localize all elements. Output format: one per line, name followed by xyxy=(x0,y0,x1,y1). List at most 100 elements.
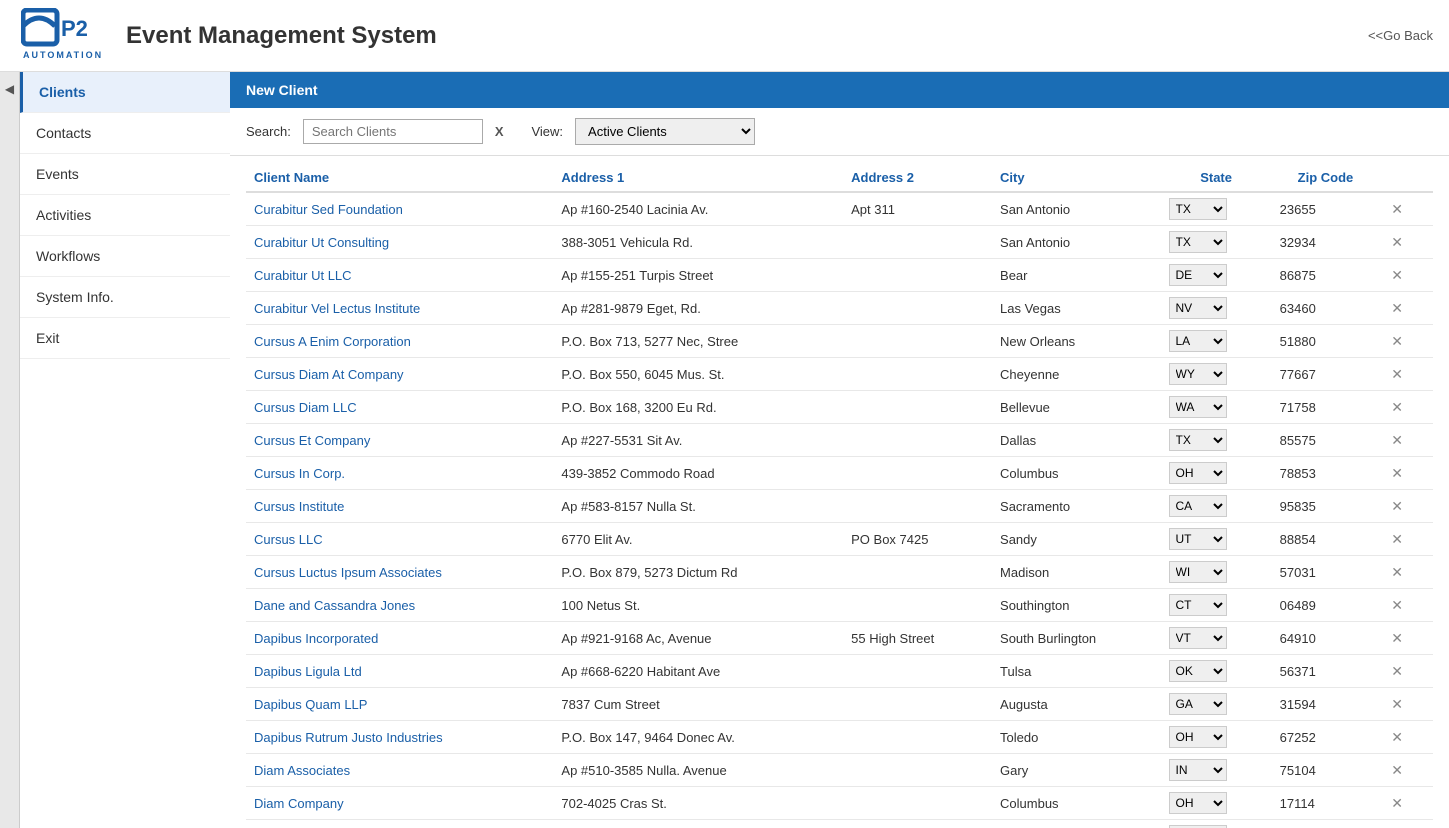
delete-button[interactable]: ✕ xyxy=(1387,694,1407,715)
delete-button[interactable]: ✕ xyxy=(1387,430,1407,451)
delete-button[interactable]: ✕ xyxy=(1387,298,1407,319)
sidebar: ClientsContactsEventsActivitiesWorkflows… xyxy=(20,72,230,828)
state-select[interactable]: ALAKAZARCACOCTDEFLGAHIIDILINIAKSKYLAMEMD… xyxy=(1169,660,1227,682)
state-select[interactable]: ALAKAZARCACOCTDEFLGAHIIDILINIAKSKYLAMEMD… xyxy=(1169,759,1227,781)
state-select[interactable]: ALAKAZARCACOCTDEFLGAHIIDILINIAKSKYLAMEMD… xyxy=(1169,594,1227,616)
state-cell: ALAKAZARCACOCTDEFLGAHIIDILINIAKSKYLAMEMD… xyxy=(1161,325,1272,358)
client-name-link[interactable]: Curabitur Ut Consulting xyxy=(254,235,389,250)
state-select[interactable]: ALAKAZARCACOCTDEFLGAHIIDILINIAKSKYLAMEMD… xyxy=(1169,528,1227,550)
delete-cell: ✕ xyxy=(1379,589,1433,622)
state-select[interactable]: ALAKAZARCACOCTDEFLGAHIIDILINIAKSKYLAMEMD… xyxy=(1169,297,1227,319)
delete-button[interactable]: ✕ xyxy=(1387,661,1407,682)
client-name-link[interactable]: Cursus Diam LLC xyxy=(254,400,357,415)
client-name-link[interactable]: Cursus Et Company xyxy=(254,433,370,448)
address1-cell: Ap #155-251 Turpis Street xyxy=(553,259,843,292)
zip-cell: 71758 xyxy=(1272,391,1380,424)
delete-cell: ✕ xyxy=(1379,259,1433,292)
table-row: Cursus A Enim Corporation P.O. Box 713, 5… xyxy=(246,325,1433,358)
city-cell: Bellevue xyxy=(992,391,1160,424)
client-name-link[interactable]: Curabitur Sed Foundation xyxy=(254,202,403,217)
delete-button[interactable]: ✕ xyxy=(1387,364,1407,385)
delete-button[interactable]: ✕ xyxy=(1387,595,1407,616)
delete-cell: ✕ xyxy=(1379,721,1433,754)
client-name-link[interactable]: Dane and Cassandra Jones xyxy=(254,598,415,613)
state-cell: ALAKAZARCACOCTDEFLGAHIIDILINIAKSKYLAMEMD… xyxy=(1161,292,1272,325)
delete-button[interactable]: ✕ xyxy=(1387,760,1407,781)
zip-cell: 51880 xyxy=(1272,325,1380,358)
state-cell: ALAKAZARCACOCTDEFLGAHIIDILINIAKSKYLAMEMD… xyxy=(1161,655,1272,688)
delete-button[interactable]: ✕ xyxy=(1387,265,1407,286)
address2-cell xyxy=(843,424,992,457)
client-name-link[interactable]: Curabitur Vel Lectus Institute xyxy=(254,301,420,316)
state-select[interactable]: ALAKAZARCACOCTDEFLGAHIIDILINIAKSKYLAMEMD… xyxy=(1169,627,1227,649)
delete-cell: ✕ xyxy=(1379,325,1433,358)
view-select[interactable]: Active ClientsAll ClientsInactive Client… xyxy=(575,118,755,145)
col-state: State xyxy=(1161,164,1272,192)
state-select[interactable]: ALAKAZARCACOCTDEFLGAHIIDILINIAKSKYLAMEMD… xyxy=(1169,363,1227,385)
address1-cell: Ap #510-3585 Nulla. Avenue xyxy=(553,754,843,787)
delete-button[interactable]: ✕ xyxy=(1387,793,1407,814)
client-name-link[interactable]: Dapibus Incorporated xyxy=(254,631,378,646)
sidebar-item-exit[interactable]: Exit xyxy=(20,318,230,359)
delete-button[interactable]: ✕ xyxy=(1387,397,1407,418)
state-select[interactable]: ALAKAZARCACOCTDEFLGAHIIDILINIAKSKYLAMEMD… xyxy=(1169,726,1227,748)
search-input[interactable] xyxy=(303,119,483,144)
table-row: Curabitur Vel Lectus InstituteAp #281-98… xyxy=(246,292,1433,325)
client-name-link[interactable]: Dapibus Rutrum Justo Industries xyxy=(254,730,443,745)
client-name-link[interactable]: Cursus Diam At Company xyxy=(254,367,404,382)
address1-cell: P.O. Box 713, 5277 Nec, Stree xyxy=(553,325,843,358)
go-back-link[interactable]: <<Go Back xyxy=(1368,28,1433,43)
delete-button[interactable]: ✕ xyxy=(1387,199,1407,220)
search-clear-button[interactable]: X xyxy=(495,124,504,139)
sidebar-item-workflows[interactable]: Workflows xyxy=(20,236,230,277)
state-select[interactable]: ALAKAZARCACOCTDEFLGAHIIDILINIAKSKYLAMEMD… xyxy=(1169,396,1227,418)
client-name-link[interactable]: Cursus Luctus Ipsum Associates xyxy=(254,565,442,580)
state-select[interactable]: ALAKAZARCACOCTDEFLGAHIIDILINIAKSKYLAMEMD… xyxy=(1169,792,1227,814)
delete-button[interactable]: ✕ xyxy=(1387,496,1407,517)
client-name-link[interactable]: Cursus In Corp. xyxy=(254,466,345,481)
client-name-link[interactable]: Dapibus Quam LLP xyxy=(254,697,367,712)
address1-cell: 6770 Elit Av. xyxy=(553,523,843,556)
delete-button[interactable]: ✕ xyxy=(1387,628,1407,649)
state-cell: ALAKAZARCACOCTDEFLGAHIIDILINIAKSKYLAMEMD… xyxy=(1161,820,1272,828)
sidebar-item-clients[interactable]: Clients xyxy=(20,72,230,113)
delete-button[interactable]: ✕ xyxy=(1387,727,1407,748)
client-name-link[interactable]: Cursus Institute xyxy=(254,499,344,514)
sidebar-item-contacts[interactable]: Contacts xyxy=(20,113,230,154)
new-client-button[interactable]: New Client xyxy=(246,82,318,98)
delete-button[interactable]: ✕ xyxy=(1387,463,1407,484)
state-cell: ALAKAZARCACOCTDEFLGAHIIDILINIAKSKYLAMEMD… xyxy=(1161,259,1272,292)
delete-button[interactable]: ✕ xyxy=(1387,562,1407,583)
address1-cell: Ap #921-9168 Ac, Avenue xyxy=(553,622,843,655)
delete-button[interactable]: ✕ xyxy=(1387,331,1407,352)
state-select[interactable]: ALAKAZARCACOCTDEFLGAHIIDILINIAKSKYLAMEMD… xyxy=(1169,693,1227,715)
client-name-link[interactable]: Diam Associates xyxy=(254,763,350,778)
delete-button[interactable]: ✕ xyxy=(1387,232,1407,253)
state-select[interactable]: ALAKAZARCACOCTDEFLGAHIIDILINIAKSKYLAMEMD… xyxy=(1169,198,1227,220)
client-name-link[interactable]: Curabitur Ut LLC xyxy=(254,268,352,283)
state-select[interactable]: ALAKAZARCACOCTDEFLGAHIIDILINIAKSKYLAMEMD… xyxy=(1169,561,1227,583)
state-select[interactable]: ALAKAZARCACOCTDEFLGAHIIDILINIAKSKYLAMEMD… xyxy=(1169,462,1227,484)
state-select[interactable]: ALAKAZARCACOCTDEFLGAHIIDILINIAKSKYLAMEMD… xyxy=(1169,429,1227,451)
table-row: Dapibus Quam LLP7837 Cum StreetAugustaAL… xyxy=(246,688,1433,721)
client-name-link[interactable]: Dapibus Ligula Ltd xyxy=(254,664,362,679)
logo-area: P2 AUTOMATION xyxy=(16,8,106,63)
state-select[interactable]: ALAKAZARCACOCTDEFLGAHIIDILINIAKSKYLAMEMD… xyxy=(1169,231,1227,253)
state-select[interactable]: ALAKAZARCACOCTDEFLGAHIIDILINIAKSKYLAMEMD… xyxy=(1169,330,1227,352)
client-name-link[interactable]: Diam Company xyxy=(254,796,344,811)
state-select[interactable]: ALAKAZARCACOCTDEFLGAHIIDILINIAKSKYLAMEMD… xyxy=(1169,495,1227,517)
sidebar-item-activities[interactable]: Activities xyxy=(20,195,230,236)
sidebar-item-events[interactable]: Events xyxy=(20,154,230,195)
address2-cell: 55 High Street xyxy=(843,622,992,655)
state-select[interactable]: ALAKAZARCACOCTDEFLGAHIIDILINIAKSKYLAMEMD… xyxy=(1169,264,1227,286)
state-cell: ALAKAZARCACOCTDEFLGAHIIDILINIAKSKYLAMEMD… xyxy=(1161,490,1272,523)
sidebar-item-system-info[interactable]: System Info. xyxy=(20,277,230,318)
sidebar-toggle[interactable]: ◀ xyxy=(0,72,20,828)
city-cell: New Orleans xyxy=(992,325,1160,358)
delete-button[interactable]: ✕ xyxy=(1387,529,1407,550)
table-row: Dapibus Ligula LtdAp #668-6220 Habitant … xyxy=(246,655,1433,688)
state-cell: ALAKAZARCACOCTDEFLGAHIIDILINIAKSKYLAMEMD… xyxy=(1161,457,1272,490)
client-name-link[interactable]: Cursus A Enim Corporation xyxy=(254,334,411,349)
address2-cell: PO Box 7425 xyxy=(843,523,992,556)
client-name-link[interactable]: Cursus LLC xyxy=(254,532,323,547)
